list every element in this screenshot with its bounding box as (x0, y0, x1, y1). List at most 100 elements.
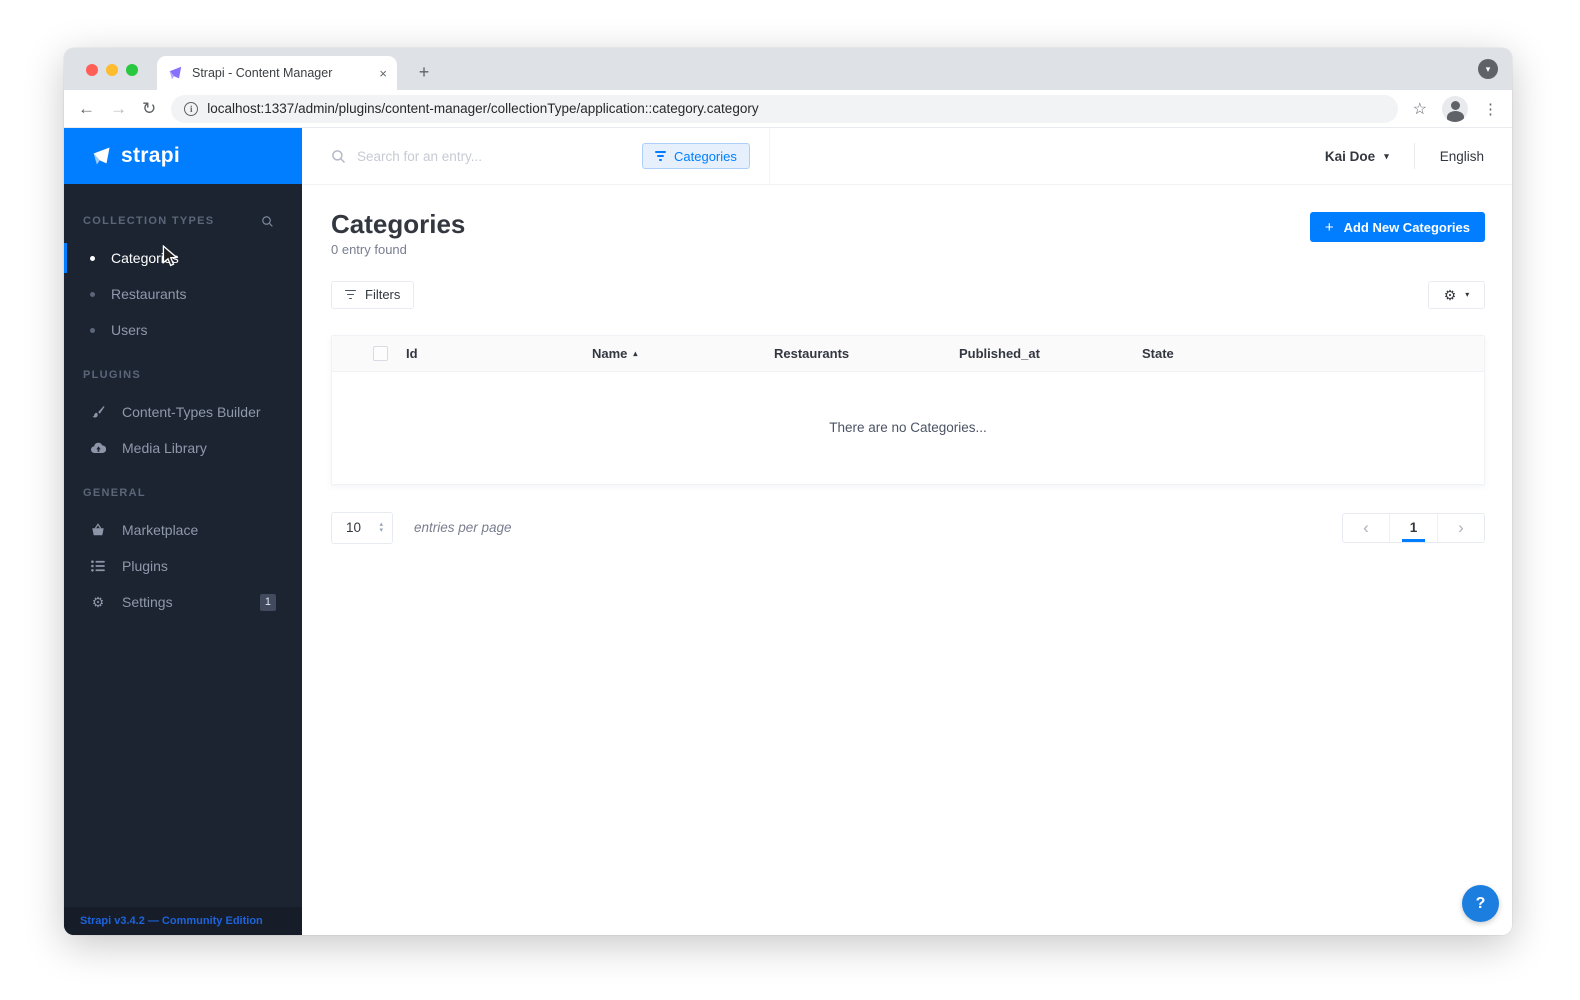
page-info-icon[interactable]: i (184, 101, 199, 116)
bullet-icon (90, 291, 95, 297)
search-icon[interactable] (261, 215, 274, 228)
sidebar-item-categories[interactable]: Categories (64, 240, 302, 276)
chevron-down-icon: ▾ (1384, 150, 1389, 161)
table-empty-state: There are no Categories... (332, 371, 1484, 484)
app-header: Categories Kai Doe ▾ English (302, 128, 1512, 185)
sidebar-item-label: Media Library (122, 440, 207, 456)
bullet-icon (90, 327, 95, 333)
forward-icon[interactable]: → (110, 100, 127, 117)
browser-profile-avatar[interactable] (1442, 95, 1468, 122)
header-divider (768, 128, 770, 184)
sidebar-item-plugins[interactable]: Plugins (64, 548, 302, 584)
strapi-version-link[interactable]: Strapi v3.4.2 — Community Edition (64, 907, 302, 935)
tab-close-icon[interactable]: × (379, 66, 387, 81)
add-new-categories-button[interactable]: + Add New Categories (1309, 212, 1485, 242)
column-label: Published_at (959, 345, 1040, 361)
section-header-general: GENERAL (64, 483, 302, 503)
filters-button[interactable]: Filters (331, 280, 415, 309)
window-close-button[interactable] (86, 64, 98, 76)
sidebar-item-media-library[interactable]: Media Library (64, 430, 302, 466)
strapi-logo-icon (93, 147, 110, 165)
cloud-upload-icon (90, 442, 106, 454)
entries-per-page-select[interactable]: 10 ▴ ▾ (331, 511, 393, 544)
address-bar[interactable]: i localhost:1337/admin/plugins/content-m… (171, 94, 1398, 123)
chevron-left-icon: ‹ (1363, 518, 1369, 538)
browser-window: Strapi - Content Manager × + ▾ ← → ↻ i l… (64, 48, 1512, 935)
section-label: GENERAL (83, 487, 146, 499)
column-label: Restaurants (774, 345, 850, 361)
user-name: Kai Doe (1324, 148, 1376, 164)
sidebar-item-content-types-builder[interactable]: Content-Types Builder (64, 394, 302, 430)
help-button[interactable]: ? (1462, 885, 1499, 922)
list-icon (90, 560, 106, 572)
empty-message: There are no Categories... (829, 420, 987, 436)
sidebar-item-settings[interactable]: ⚙ Settings 1 (64, 584, 302, 620)
language-selector[interactable]: English (1440, 149, 1484, 164)
search-input[interactable] (357, 148, 607, 164)
section-label: PLUGINS (83, 369, 141, 381)
sidebar-nav: COLLECTION TYPES Categories Restaurants … (64, 184, 302, 907)
column-header-published-at[interactable]: Published_at (959, 346, 1142, 361)
sidebar-item-label: Categories (111, 250, 179, 266)
window-zoom-button[interactable] (126, 64, 138, 76)
section-general: GENERAL Marketplace Plugins ⚙ Settings 1 (64, 483, 302, 620)
column-header-restaurants[interactable]: Restaurants (774, 346, 959, 361)
entry-count: 0 entry found (331, 241, 407, 257)
browser-tab-strapi[interactable]: Strapi - Content Manager × (157, 56, 397, 90)
bookmark-star-icon[interactable]: ☆ (1413, 99, 1427, 119)
sidebar-item-label: Plugins (122, 558, 168, 574)
page-title: Categories (331, 209, 466, 239)
window-minimize-button[interactable] (106, 64, 118, 76)
column-label: Name (592, 345, 628, 361)
strapi-logo[interactable]: strapi (64, 128, 302, 184)
strapi-app: strapi COLLECTION TYPES Categories Resta… (64, 128, 1512, 935)
user-menu[interactable]: Kai Doe ▾ (1325, 149, 1389, 164)
pagination-prev-button[interactable]: ‹ (1343, 513, 1390, 542)
bullet-icon (90, 255, 95, 261)
browser-tabstrip: Strapi - Content Manager × + ▾ (64, 48, 1512, 90)
user-language-divider (1413, 143, 1415, 169)
avatar-head-shape (1450, 100, 1460, 110)
add-button-label: Add New Categories (1343, 219, 1470, 235)
search-icon (332, 149, 346, 163)
url-text: localhost:1337/admin/plugins/content-man… (207, 101, 759, 116)
entry-search (302, 148, 642, 164)
pagination: ‹ 1 › (1342, 512, 1485, 543)
table-settings-button[interactable]: ⚙ ▾ (1428, 280, 1485, 309)
filter-chip-categories[interactable]: Categories (642, 143, 750, 169)
sidebar-item-users[interactable]: Users (64, 312, 302, 348)
column-header-name[interactable]: Name ▴ (592, 346, 774, 361)
column-header-id[interactable]: Id (406, 346, 592, 361)
strapi-favicon (169, 66, 182, 80)
select-all-checkbox[interactable] (373, 345, 388, 361)
gear-icon: ⚙ (91, 594, 105, 610)
sort-asc-icon: ▴ (633, 348, 638, 358)
new-tab-button[interactable]: + (411, 59, 437, 85)
column-label: Id (406, 345, 418, 361)
back-icon[interactable]: ← (78, 100, 95, 117)
pagination-next-button[interactable]: › (1437, 513, 1484, 542)
sidebar-item-label: Restaurants (111, 286, 187, 302)
column-label: State (1142, 345, 1174, 361)
current-page-number: 1 (1409, 520, 1418, 536)
sidebar-item-restaurants[interactable]: Restaurants (64, 276, 302, 312)
table-footer: 10 ▴ ▾ entries per page ‹ 1 › (331, 511, 1485, 544)
section-header-plugins: PLUGINS (64, 365, 302, 385)
sidebar-item-marketplace[interactable]: Marketplace (64, 512, 302, 548)
browser-update-icon[interactable]: ▾ (1478, 59, 1498, 79)
sidebar-item-label: Users (111, 322, 148, 338)
chevron-down-icon: ▾ (1465, 290, 1470, 300)
column-header-state[interactable]: State (1142, 346, 1484, 361)
stepper-down-icon[interactable]: ▾ (379, 527, 383, 534)
content: Categories 0 entry found + Add New Categ… (302, 185, 1512, 935)
section-header-collection-types: COLLECTION TYPES (64, 211, 302, 231)
plus-icon: + (1324, 218, 1334, 236)
browser-menu-icon[interactable]: ⋮ (1483, 100, 1498, 118)
pagination-page-1[interactable]: 1 (1390, 514, 1437, 542)
reload-icon[interactable]: ↻ (142, 100, 156, 117)
section-label: COLLECTION TYPES (83, 215, 215, 227)
sidebar-item-label: Settings (122, 594, 173, 610)
strapi-logo-text: strapi (121, 144, 180, 167)
filter-icon (345, 289, 356, 300)
filters-row: Filters ⚙ ▾ (331, 280, 1485, 309)
